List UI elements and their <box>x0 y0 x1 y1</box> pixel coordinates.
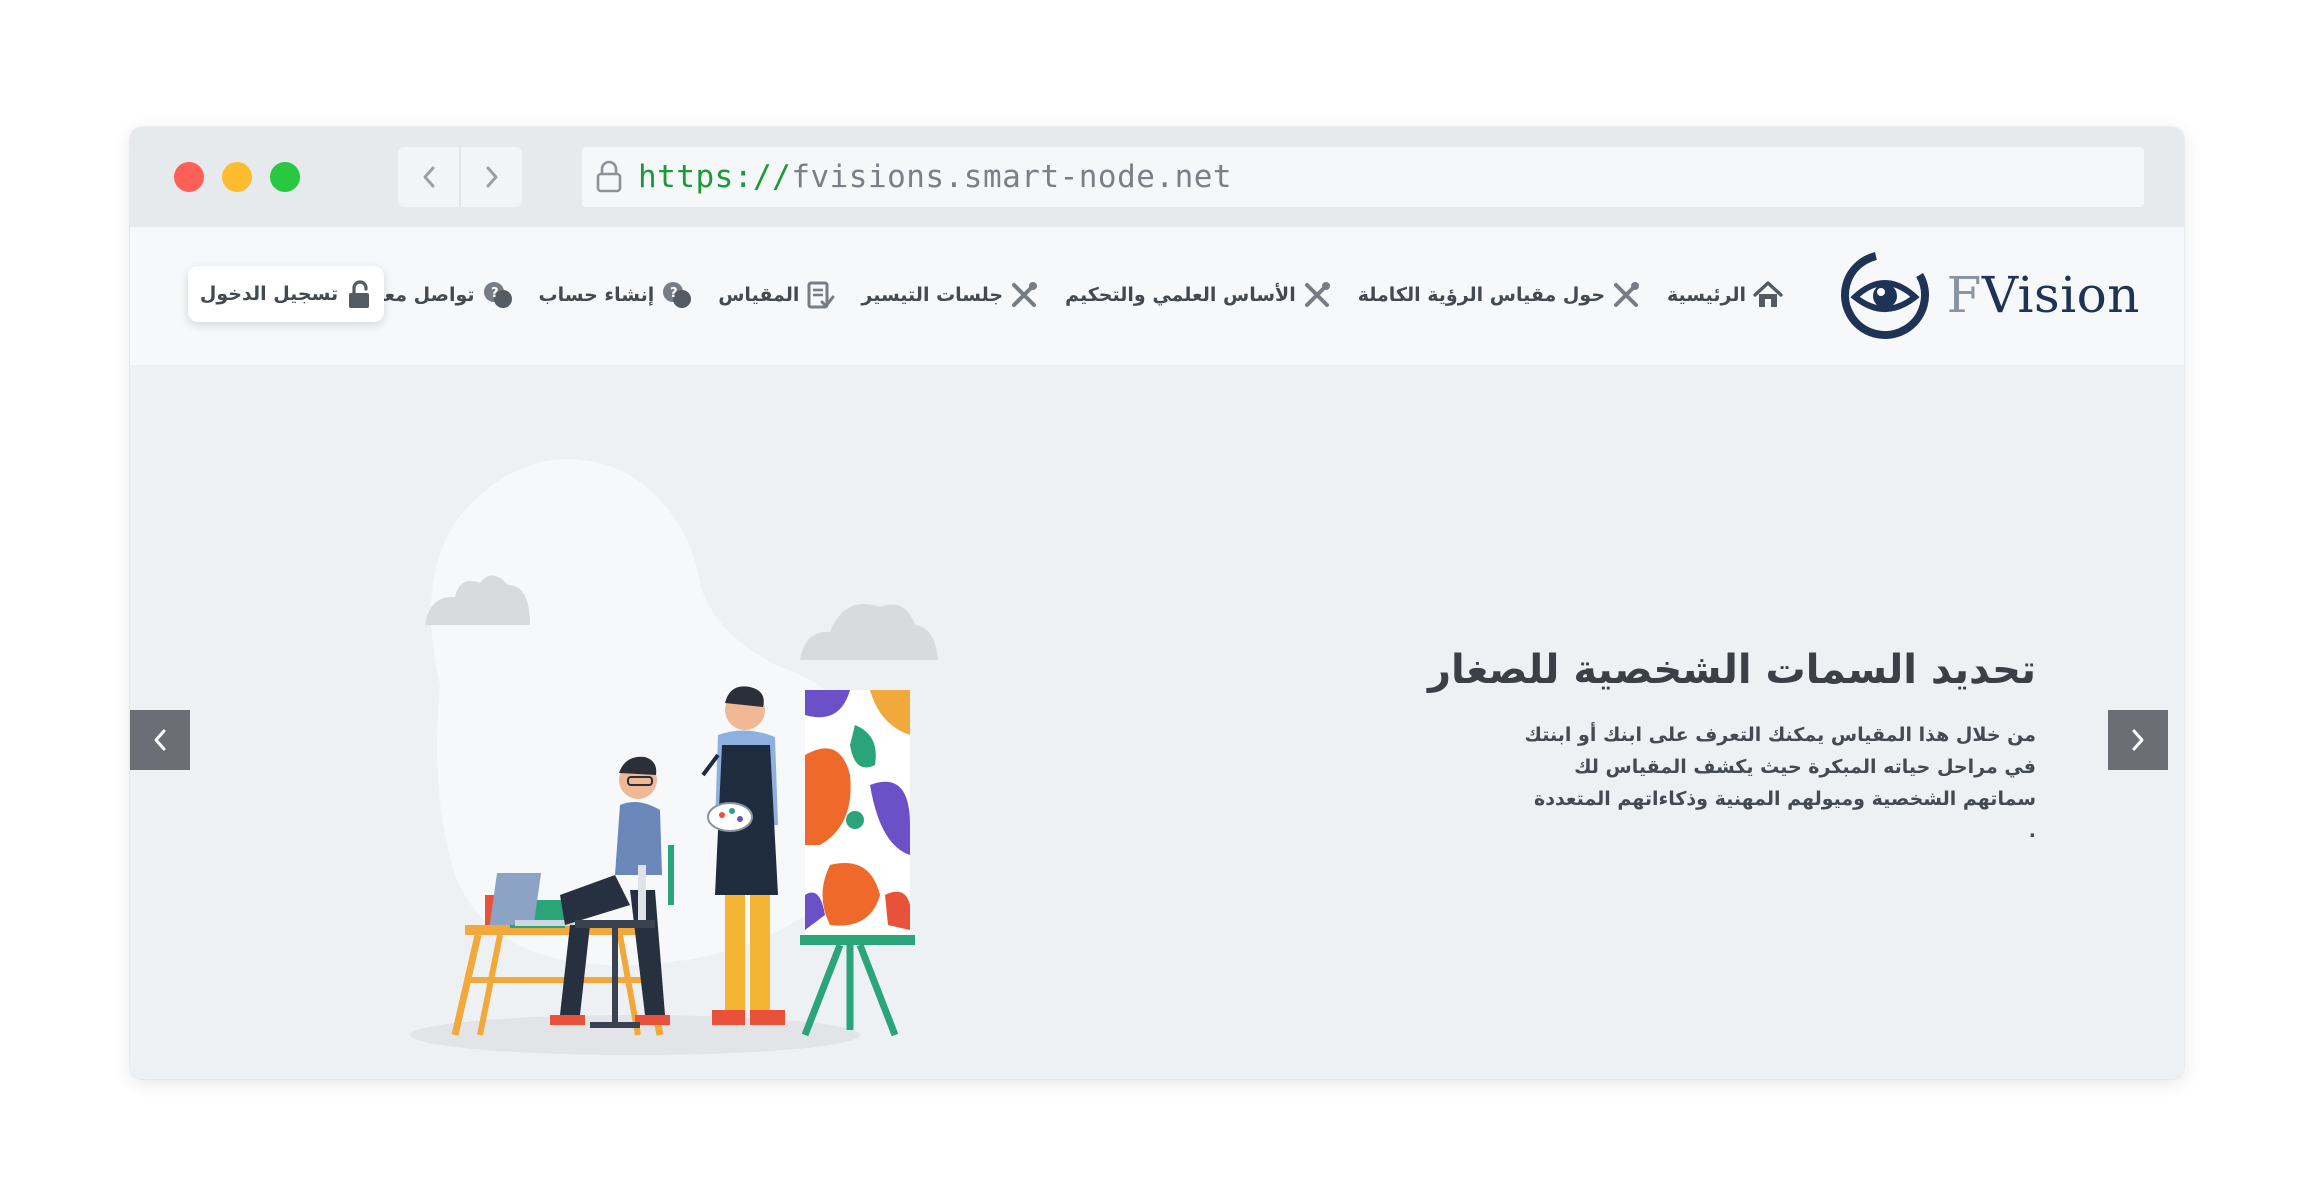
logo-wordmark: FVision <box>1947 266 2140 324</box>
tools-icon <box>1012 282 1038 307</box>
hero-description-line: في مراحل حياته المبكرة حيث يكشف المقياس … <box>1574 756 2036 778</box>
chat-icon: ? <box>483 282 512 308</box>
nav-item-label: المقياس <box>718 284 800 306</box>
hero-description-line: سماتهم الشخصية وميولهم المهنية وذكاءاتهم… <box>1533 788 2036 810</box>
nav-item-label: إنشاء حساب <box>538 284 655 306</box>
url-text: https://fvisions.smart-node.net <box>638 159 1232 195</box>
back-button[interactable] <box>398 147 459 207</box>
nav-item-contact[interactable]: ? تواصل معنا <box>370 280 513 310</box>
address-bar[interactable]: https://fvisions.smart-node.net <box>582 147 2144 207</box>
logo-wordmark-initial: F <box>1946 266 1982 324</box>
lock-icon <box>596 160 622 193</box>
tools-icon <box>1614 282 1640 307</box>
svg-text:?: ? <box>670 286 678 301</box>
nav-item-label: جلسات التيسير <box>861 284 1004 306</box>
checklist-icon <box>807 281 835 309</box>
unlock-icon <box>349 280 370 308</box>
close-window-button[interactable] <box>174 162 204 192</box>
chat-icon: ? <box>663 282 692 308</box>
nav-item-facilitation-sessions[interactable]: جلسات التيسير <box>861 280 1039 310</box>
slider-prev-button[interactable] <box>130 710 190 770</box>
url-host: fvisions.smart-node.net <box>791 159 1233 195</box>
nav-item-label: حول مقياس الرؤية الكاملة <box>1357 284 1606 306</box>
home-icon <box>1753 281 1783 307</box>
hero-description: من خلال هذا المقياس يمكنك التعرف على ابن… <box>1476 719 2036 847</box>
browser-titlebar: https://fvisions.smart-node.net <box>130 127 2184 227</box>
hero-title: تحديد السمات الشخصية للصغار <box>1428 647 2036 693</box>
url-scheme: https:// <box>638 159 792 195</box>
hero-description-line: من خلال هذا المقياس يمكنك التعرف على ابن… <box>1524 724 2036 746</box>
nav-item-home[interactable]: الرئيسية <box>1667 280 1784 310</box>
hero-description-line: . <box>2028 820 2036 842</box>
tools-icon <box>1304 282 1330 307</box>
hero-slider: تحديد السمات الشخصية للصغار من خلال هذا … <box>130 365 2184 1079</box>
main-nav: الرئيسية حول مقياس الرؤية الكاملة الأساس… <box>370 265 1784 325</box>
logo-wordmark-rest: Vision <box>1981 266 2140 324</box>
slider-next-button[interactable] <box>2108 710 2168 770</box>
maximize-window-button[interactable] <box>270 162 300 192</box>
svg-text:?: ? <box>491 286 499 301</box>
cloud-right <box>800 604 938 660</box>
minimize-window-button[interactable] <box>222 162 252 192</box>
chevron-right-icon <box>2132 729 2144 751</box>
nav-item-create-account[interactable]: ? إنشاء حساب <box>539 280 693 310</box>
nav-item-label: تواصل معنا <box>369 284 475 306</box>
chevron-right-icon <box>486 166 497 188</box>
nav-item-scale[interactable]: المقياس <box>718 280 835 310</box>
history-nav <box>398 147 522 207</box>
site-header: FVision الرئيسية حول مقياس الرؤية الكامل… <box>130 227 2184 365</box>
hero-illustration <box>410 459 938 1055</box>
nav-item-scientific-basis[interactable]: الأساس العلمي والتحكيم <box>1065 280 1332 310</box>
nav-item-about-scale[interactable]: حول مقياس الرؤية الكاملة <box>1358 280 1641 310</box>
login-button[interactable]: تسجيل الدخول <box>188 266 384 322</box>
nav-item-label: الرئيسية <box>1667 284 1746 306</box>
eye-logo-icon <box>1840 251 1929 339</box>
browser-window: https://fvisions.smart-node.net FVision … <box>130 127 2184 1079</box>
easel-painting <box>800 690 915 1037</box>
site-logo[interactable]: FVision <box>1837 243 2140 347</box>
forward-button[interactable] <box>459 147 522 207</box>
chevron-left-icon <box>154 729 166 751</box>
login-label: تسجيل الدخول <box>199 283 339 305</box>
chevron-left-icon <box>423 166 434 188</box>
nav-item-label: الأساس العلمي والتحكيم <box>1065 284 1296 306</box>
